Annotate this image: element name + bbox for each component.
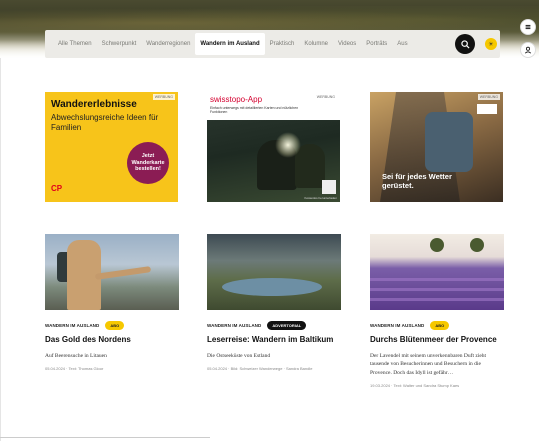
article-title[interactable]: Leserreise: Wandern im Baltikum xyxy=(207,335,341,345)
ad-label: WERBUNG xyxy=(152,94,175,100)
bottom-divider xyxy=(0,437,210,438)
theme-toggle-button[interactable]: ☀ xyxy=(485,38,497,50)
tree-shape xyxy=(430,238,444,252)
lavender-row xyxy=(370,298,504,301)
sun-icon: ☀ xyxy=(488,41,494,48)
ad-wandererlebnisse[interactable]: WERBUNG Wandererlebnisse Abwechslungsrei… xyxy=(45,92,178,202)
advertorial-badge: ADVERTORIAL xyxy=(267,320,307,330)
nav-item-portraets[interactable]: Porträts xyxy=(361,30,392,58)
article-lead: Der Lavendel mit seinem unverkennbaren D… xyxy=(370,353,487,376)
nav-item-videos[interactable]: Videos xyxy=(333,30,361,58)
lavender-row xyxy=(370,288,504,291)
ad-subtitle: Abwechslungsreiche Ideen für Familien xyxy=(51,113,159,132)
search-icon xyxy=(460,39,470,49)
ad-title: swisstopo-App xyxy=(210,95,263,104)
ad-title: Wandererlebnisse xyxy=(51,99,137,110)
article-lead: Die Ostseeküste von Estland xyxy=(207,353,271,359)
ad-subtitle: Einfach unterwegs mit detaillierten Kart… xyxy=(210,106,299,115)
search-button[interactable] xyxy=(455,34,475,54)
article-date: 05.04.2024 · Text: Thomas Gloor xyxy=(45,366,104,372)
user-icon xyxy=(524,46,532,54)
ad-cta-button[interactable]: Jetzt Wanderkarte bestellen! xyxy=(127,142,169,184)
qr-code xyxy=(322,180,336,194)
nav-item-schwerpunkt[interactable]: Schwerpunkt xyxy=(97,30,142,58)
article-title[interactable]: Das Gold des Nordens xyxy=(45,335,179,345)
ad-title: Sei für jedes Wetter gerüstet. xyxy=(382,172,452,190)
nav-item-aus[interactable]: Aus xyxy=(392,30,412,58)
tree-shape xyxy=(470,238,484,252)
arm-shape xyxy=(94,266,152,280)
abo-badge: ABO xyxy=(430,320,450,330)
article-card-bluetenmeer-provence[interactable]: WANDERN IM AUSLAND ABO Durchs Blütenmeer… xyxy=(370,234,504,388)
ad-outdoor-gear[interactable]: WERBUNG Sei für jedes Wetter gerüstet. xyxy=(370,92,503,202)
article-date: 05.04.2024 · Bild: Schweizer Wanderwege … xyxy=(207,366,313,372)
article-image[interactable] xyxy=(45,234,179,310)
article-date: 19.03.2024 · Text: Walter und Sandra Stu… xyxy=(370,382,460,388)
lavender-row xyxy=(370,278,504,281)
article-lead: Auf Beerensuche in Litauen xyxy=(45,353,107,359)
nav-item-kolumne[interactable]: Kolumne xyxy=(299,30,333,58)
ad-caption: Kostenlos herunterladen xyxy=(304,196,337,200)
article-meta: WANDERN IM AUSLAND ABO xyxy=(45,320,179,330)
article-category[interactable]: WANDERN IM AUSLAND xyxy=(370,323,424,328)
ad-image-backpack xyxy=(425,112,473,172)
pond-shape xyxy=(222,278,322,296)
menu-button[interactable] xyxy=(520,19,536,35)
menu-icon xyxy=(525,24,531,30)
nav-item-wanderregionen[interactable]: Wanderregionen xyxy=(141,30,195,58)
article-meta: WANDERN IM AUSLAND ADVERTORIAL xyxy=(207,320,341,330)
page-left-border xyxy=(0,0,1,441)
ad-label: WERBUNG xyxy=(314,94,337,100)
cp-logo: CP xyxy=(51,184,63,193)
ad-label: WERBUNG xyxy=(477,94,500,100)
brand-logo xyxy=(477,104,497,114)
ad-swisstopo-app[interactable]: swisstopo-App Einfach unterwegs mit deta… xyxy=(207,92,340,202)
abo-badge: ABO xyxy=(105,320,125,330)
article-image[interactable] xyxy=(207,234,341,310)
nav-item-wandern-im-ausland[interactable]: Wandern im Ausland xyxy=(195,33,265,55)
main-nav: Alle Themen Schwerpunkt Wanderregionen W… xyxy=(45,30,500,58)
article-card-leserreise-baltikum[interactable]: WANDERN IM AUSLAND ADVERTORIAL Leserreis… xyxy=(207,234,341,372)
account-button[interactable] xyxy=(520,42,536,58)
nav-item-praktisch[interactable]: Praktisch xyxy=(265,30,300,58)
ad-image-headlamp xyxy=(275,132,301,158)
article-category[interactable]: WANDERN IM AUSLAND xyxy=(45,323,99,328)
article-meta: WANDERN IM AUSLAND ABO xyxy=(370,320,504,330)
article-category[interactable]: WANDERN IM AUSLAND xyxy=(207,323,261,328)
article-title[interactable]: Durchs Blütenmeer der Provence xyxy=(370,335,504,345)
nav-item-alle-themen[interactable]: Alle Themen xyxy=(53,30,97,58)
article-card-gold-des-nordens[interactable]: WANDERN IM AUSLAND ABO Das Gold des Nord… xyxy=(45,234,179,372)
article-image[interactable] xyxy=(370,234,504,310)
